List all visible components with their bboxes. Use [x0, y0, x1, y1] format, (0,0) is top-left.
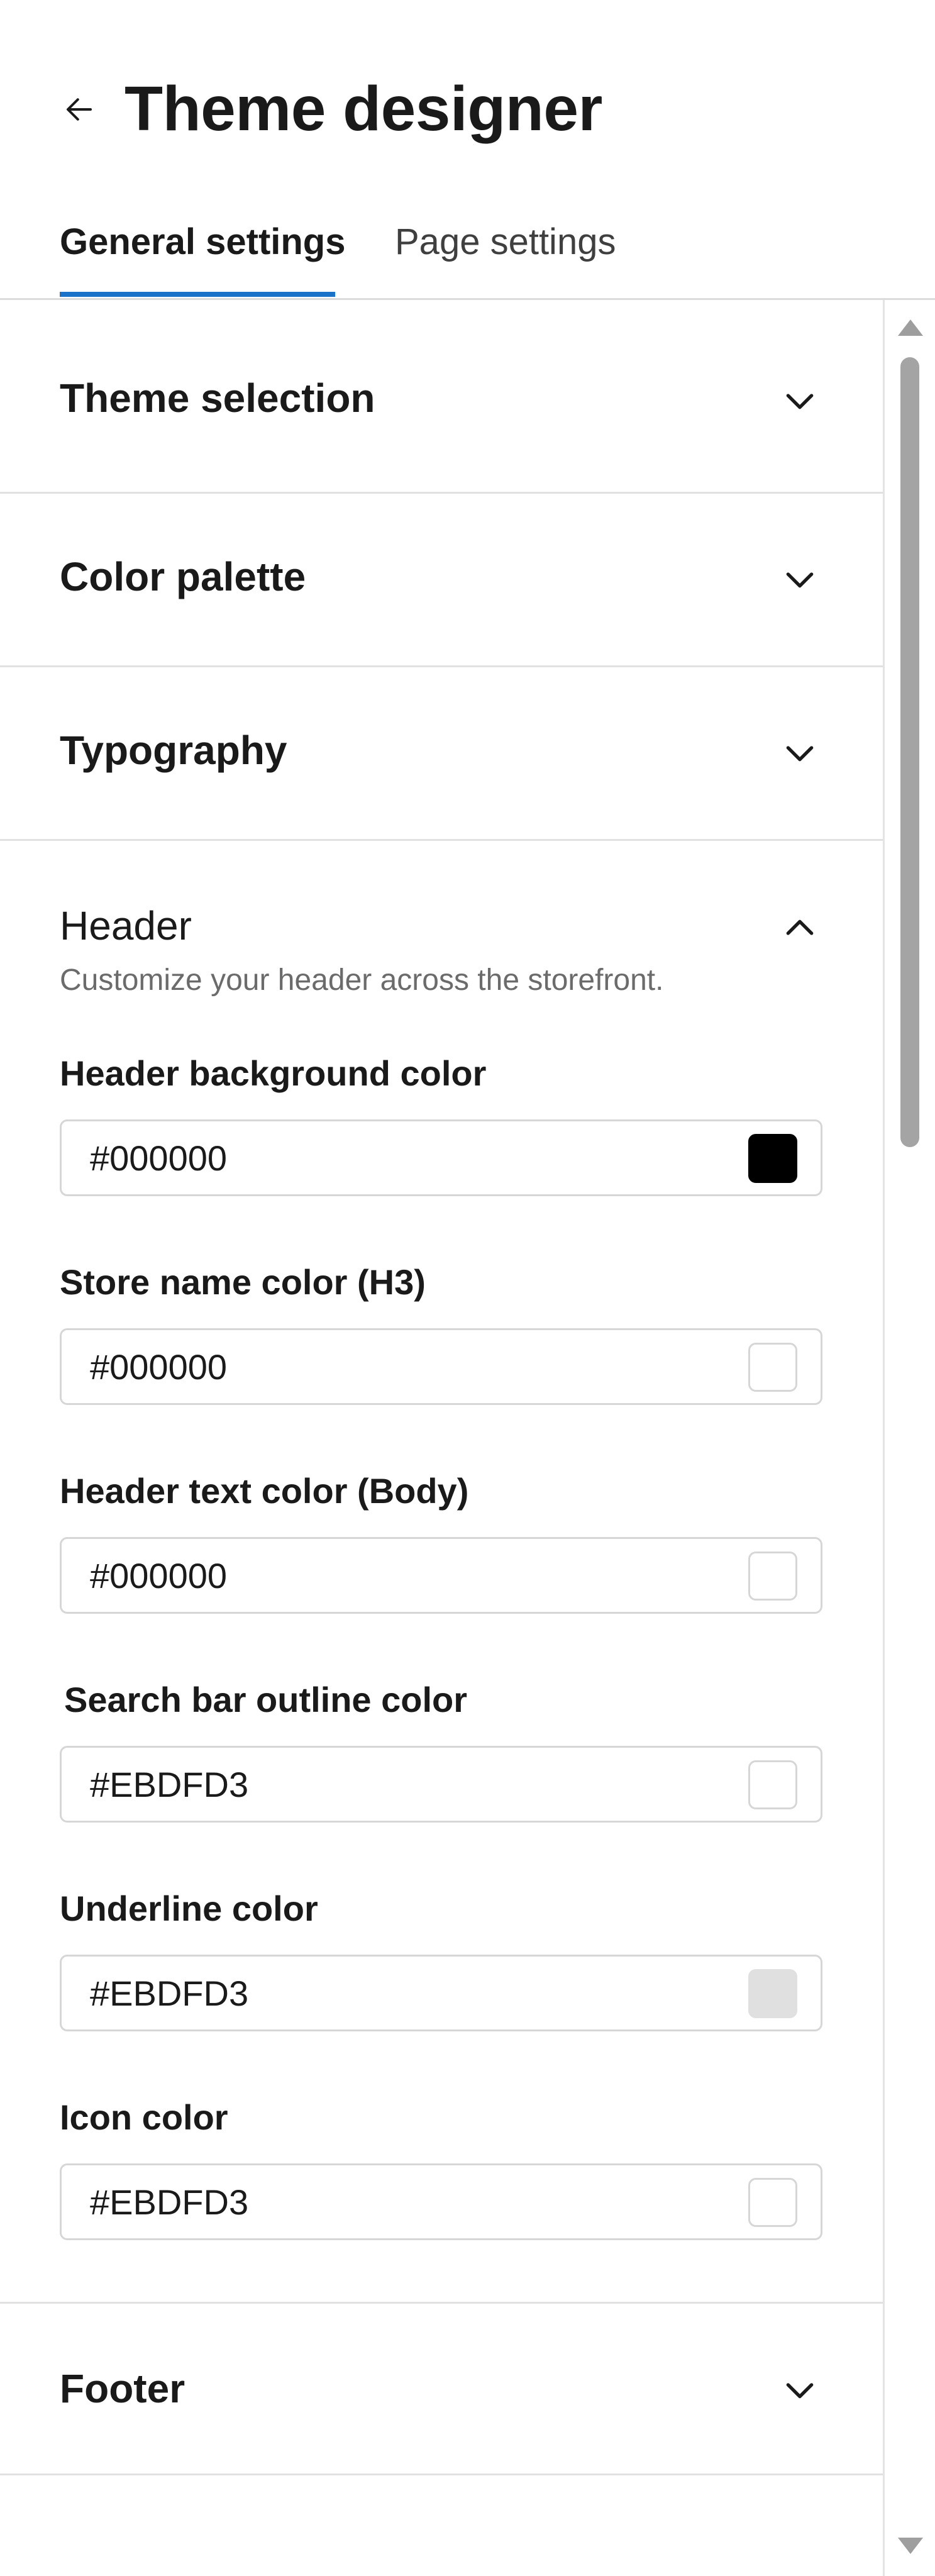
- color-swatch[interactable]: [748, 1760, 797, 1809]
- section-theme-selection[interactable]: Theme selection: [0, 300, 883, 494]
- section-title: Theme selection: [60, 375, 375, 421]
- header-background-color-input[interactable]: #000000: [60, 1119, 822, 1196]
- chevron-down-icon[interactable]: [780, 733, 820, 773]
- tab-page-settings[interactable]: Page settings: [395, 217, 616, 267]
- field-label: Underline color: [60, 1889, 318, 1928]
- arrow-left-icon: [66, 98, 92, 121]
- field-value: #EBDFD3: [90, 1765, 249, 1804]
- search-bar-outline-color-input[interactable]: #EBDFD3: [60, 1746, 822, 1823]
- header-text-color-input[interactable]: #000000: [60, 1537, 822, 1614]
- color-swatch[interactable]: [748, 2178, 797, 2227]
- scroll-up-arrow-icon[interactable]: [898, 319, 923, 336]
- scrollbar-thumb[interactable]: [900, 357, 919, 1147]
- chevron-down-icon[interactable]: [780, 559, 820, 599]
- section-color-palette[interactable]: Color palette: [0, 494, 883, 667]
- chevron-down-icon[interactable]: [780, 2370, 820, 2410]
- icon-color-input[interactable]: #EBDFD3: [60, 2163, 822, 2240]
- section-typography[interactable]: Typography: [0, 667, 883, 841]
- field-label: Icon color: [60, 2097, 228, 2137]
- underline-color-input[interactable]: #EBDFD3: [60, 1955, 822, 2031]
- chevron-up-icon[interactable]: [780, 908, 820, 948]
- field-value: #000000: [90, 1347, 228, 1387]
- section-title: Color palette: [60, 554, 306, 599]
- color-swatch[interactable]: [748, 1134, 797, 1183]
- section-title: Typography: [60, 728, 287, 773]
- field-label: Header background color: [60, 1053, 487, 1093]
- color-swatch[interactable]: [748, 1969, 797, 2018]
- page-title: Theme designer: [124, 74, 602, 144]
- section-title[interactable]: Header: [60, 901, 192, 951]
- active-tab-indicator: [60, 292, 335, 297]
- field-value: #EBDFD3: [90, 2182, 249, 2222]
- scroll-down-arrow-icon[interactable]: [898, 2538, 923, 2554]
- color-swatch[interactable]: [748, 1552, 797, 1601]
- section-footer-row[interactable]: Footer: [0, 2302, 883, 2475]
- color-swatch[interactable]: [748, 1343, 797, 1392]
- top-bar: Theme designer General settings Page set…: [0, 0, 935, 300]
- field-label: Search bar outline color: [64, 1680, 468, 1719]
- field-label: Header text color (Body): [60, 1471, 469, 1511]
- tab-general-settings[interactable]: General settings: [60, 217, 345, 267]
- field-label: Store name color (H3): [60, 1262, 426, 1302]
- section-description: Customize your header across the storefr…: [60, 963, 664, 997]
- back-button[interactable]: [58, 88, 101, 131]
- chevron-down-icon[interactable]: [780, 380, 820, 421]
- field-value: #EBDFD3: [90, 1974, 249, 2013]
- store-name-color-input[interactable]: #000000: [60, 1328, 822, 1405]
- section-title: Footer: [60, 2366, 185, 2411]
- field-value: #000000: [90, 1138, 228, 1178]
- field-value: #000000: [90, 1556, 228, 1596]
